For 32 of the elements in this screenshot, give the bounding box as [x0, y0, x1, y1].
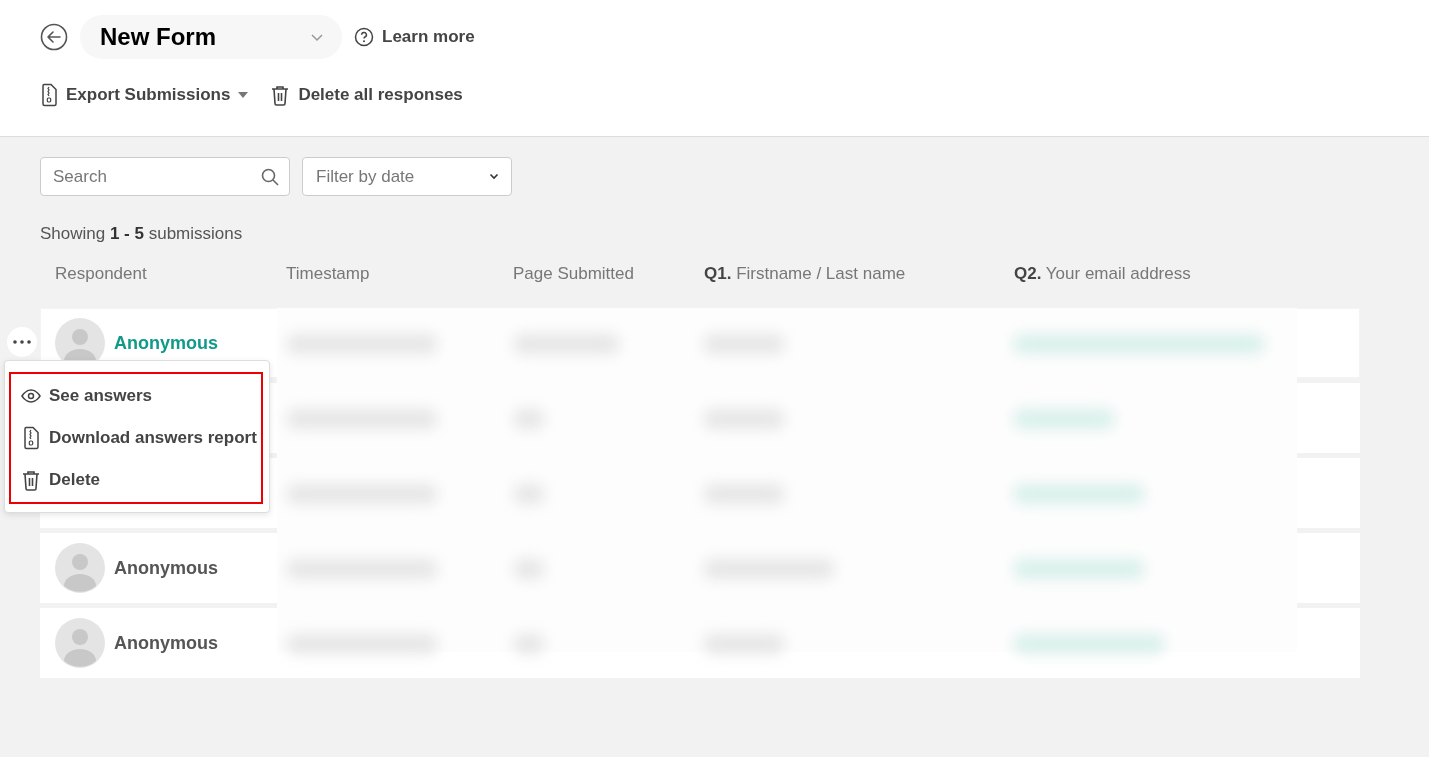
trash-icon	[270, 84, 291, 106]
zip-file-icon	[21, 426, 41, 450]
column-header: Timestamp	[286, 264, 371, 284]
delete-all-button[interactable]: Delete all responses	[270, 83, 463, 107]
menu-item[interactable]: Delete	[21, 462, 261, 498]
export-dropdown[interactable]: Export Submissions	[40, 83, 249, 107]
chevron-down-icon	[310, 32, 324, 42]
back-button[interactable]	[40, 23, 68, 51]
more-options-button[interactable]	[7, 327, 37, 357]
zip-file-icon	[40, 83, 58, 107]
respondent-name[interactable]: Anonymous	[114, 632, 218, 654]
ellipsis-icon	[13, 340, 31, 344]
date-filter-dropdown[interactable]: Filter by date	[302, 157, 512, 196]
trash-icon	[21, 469, 41, 491]
column-header: Q1. Firstname / Last name	[704, 264, 907, 284]
help-icon	[354, 27, 374, 47]
search-field[interactable]: Search	[40, 157, 290, 196]
respondent-name[interactable]: Anonymous	[114, 557, 218, 579]
eye-icon	[21, 389, 41, 403]
menu-item[interactable]: See answers	[21, 378, 261, 414]
results-count: Showing 1 - 5 submissions	[40, 224, 244, 244]
menu-item[interactable]: Download answers report	[21, 420, 261, 456]
column-header: Page Submitted	[513, 264, 635, 284]
avatar-icon	[55, 543, 105, 593]
column-header: Q2. Your email address	[1014, 264, 1192, 284]
search-icon	[261, 168, 279, 186]
caret-icon	[238, 92, 249, 98]
chevron-down-icon	[489, 173, 499, 180]
avatar-icon	[55, 618, 105, 668]
form-title-dropdown[interactable]: New Form	[80, 15, 342, 59]
column-header: Respondent	[55, 264, 148, 284]
learn-more-link[interactable]: Learn more	[354, 27, 475, 47]
